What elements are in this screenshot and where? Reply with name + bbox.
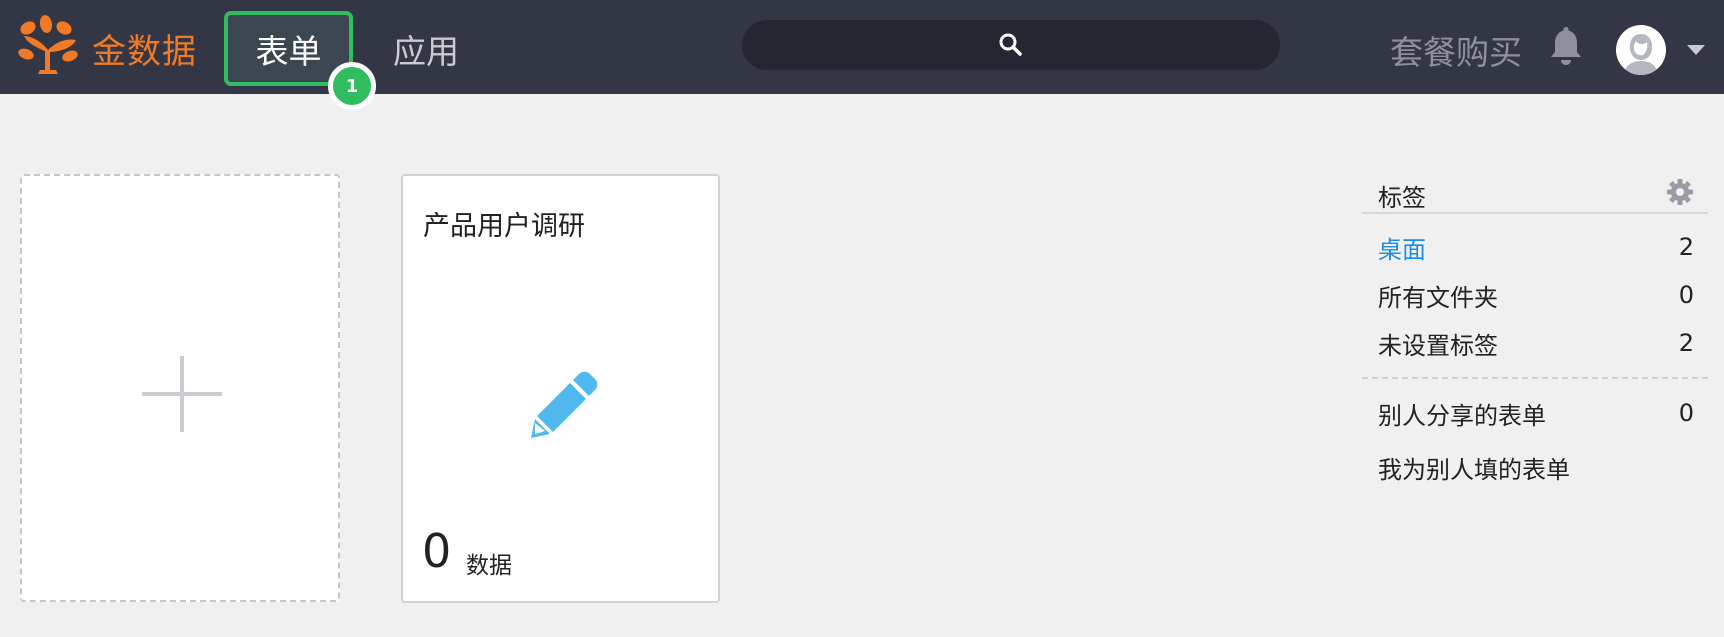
buy-plan-link[interactable]: 套餐购买 <box>1390 26 1522 74</box>
tag-label: 所有文件夹 <box>1378 283 1498 312</box>
tag-count: 0 <box>1678 281 1694 309</box>
brand-name[interactable]: 金数据 <box>92 24 197 73</box>
search-icon <box>999 33 1022 56</box>
tags-panel: 标签 桌面 2 所有文件夹 0 未设置标签 2 别人分享的表单 0 我为别人填的… <box>1362 170 1708 484</box>
tree-logo-icon[interactable] <box>18 14 80 76</box>
divider <box>1362 377 1708 379</box>
avatar-icon <box>1624 34 1658 75</box>
tag-label: 我为别人填的表单 <box>1378 455 1570 484</box>
caret-down-icon[interactable] <box>1687 45 1705 55</box>
gear-icon[interactable] <box>1666 178 1694 206</box>
tag-item-shared-with-me[interactable]: 别人分享的表单 0 <box>1378 395 1694 431</box>
tab-apps[interactable]: 应用 <box>388 11 464 86</box>
avatar[interactable] <box>1616 25 1666 75</box>
record-count-label: 数据 <box>466 553 512 579</box>
plus-icon-vertical <box>180 356 184 432</box>
tag-item-all-folders[interactable]: 所有文件夹 0 <box>1378 277 1694 313</box>
step-badge: 1 <box>328 62 376 110</box>
tag-label: 别人分享的表单 <box>1378 401 1546 430</box>
pencil-icon <box>531 371 598 438</box>
tag-count: 2 <box>1678 233 1694 261</box>
tag-item-desktop[interactable]: 桌面 2 <box>1378 229 1694 265</box>
top-navbar: 金数据 表单 应用 1 套餐购买 <box>0 0 1724 110</box>
tags-header: 标签 <box>1362 170 1708 214</box>
record-count: 0 <box>422 524 452 578</box>
form-title: 产品用户调研 <box>423 211 585 242</box>
tag-count: 2 <box>1678 329 1694 357</box>
tag-label: 桌面 <box>1378 235 1426 264</box>
tag-label: 未设置标签 <box>1378 331 1498 360</box>
bell-icon[interactable] <box>1546 24 1586 68</box>
tags-title: 标签 <box>1378 184 1426 212</box>
tag-item-untagged[interactable]: 未设置标签 2 <box>1378 325 1694 361</box>
search-input[interactable] <box>742 20 1280 70</box>
new-form-card[interactable] <box>20 174 340 602</box>
form-card[interactable]: 产品用户调研 0 数据 <box>401 174 720 603</box>
tag-count: 0 <box>1678 399 1694 427</box>
tag-item-filled-for-others[interactable]: 我为别人填的表单 <box>1378 449 1694 485</box>
